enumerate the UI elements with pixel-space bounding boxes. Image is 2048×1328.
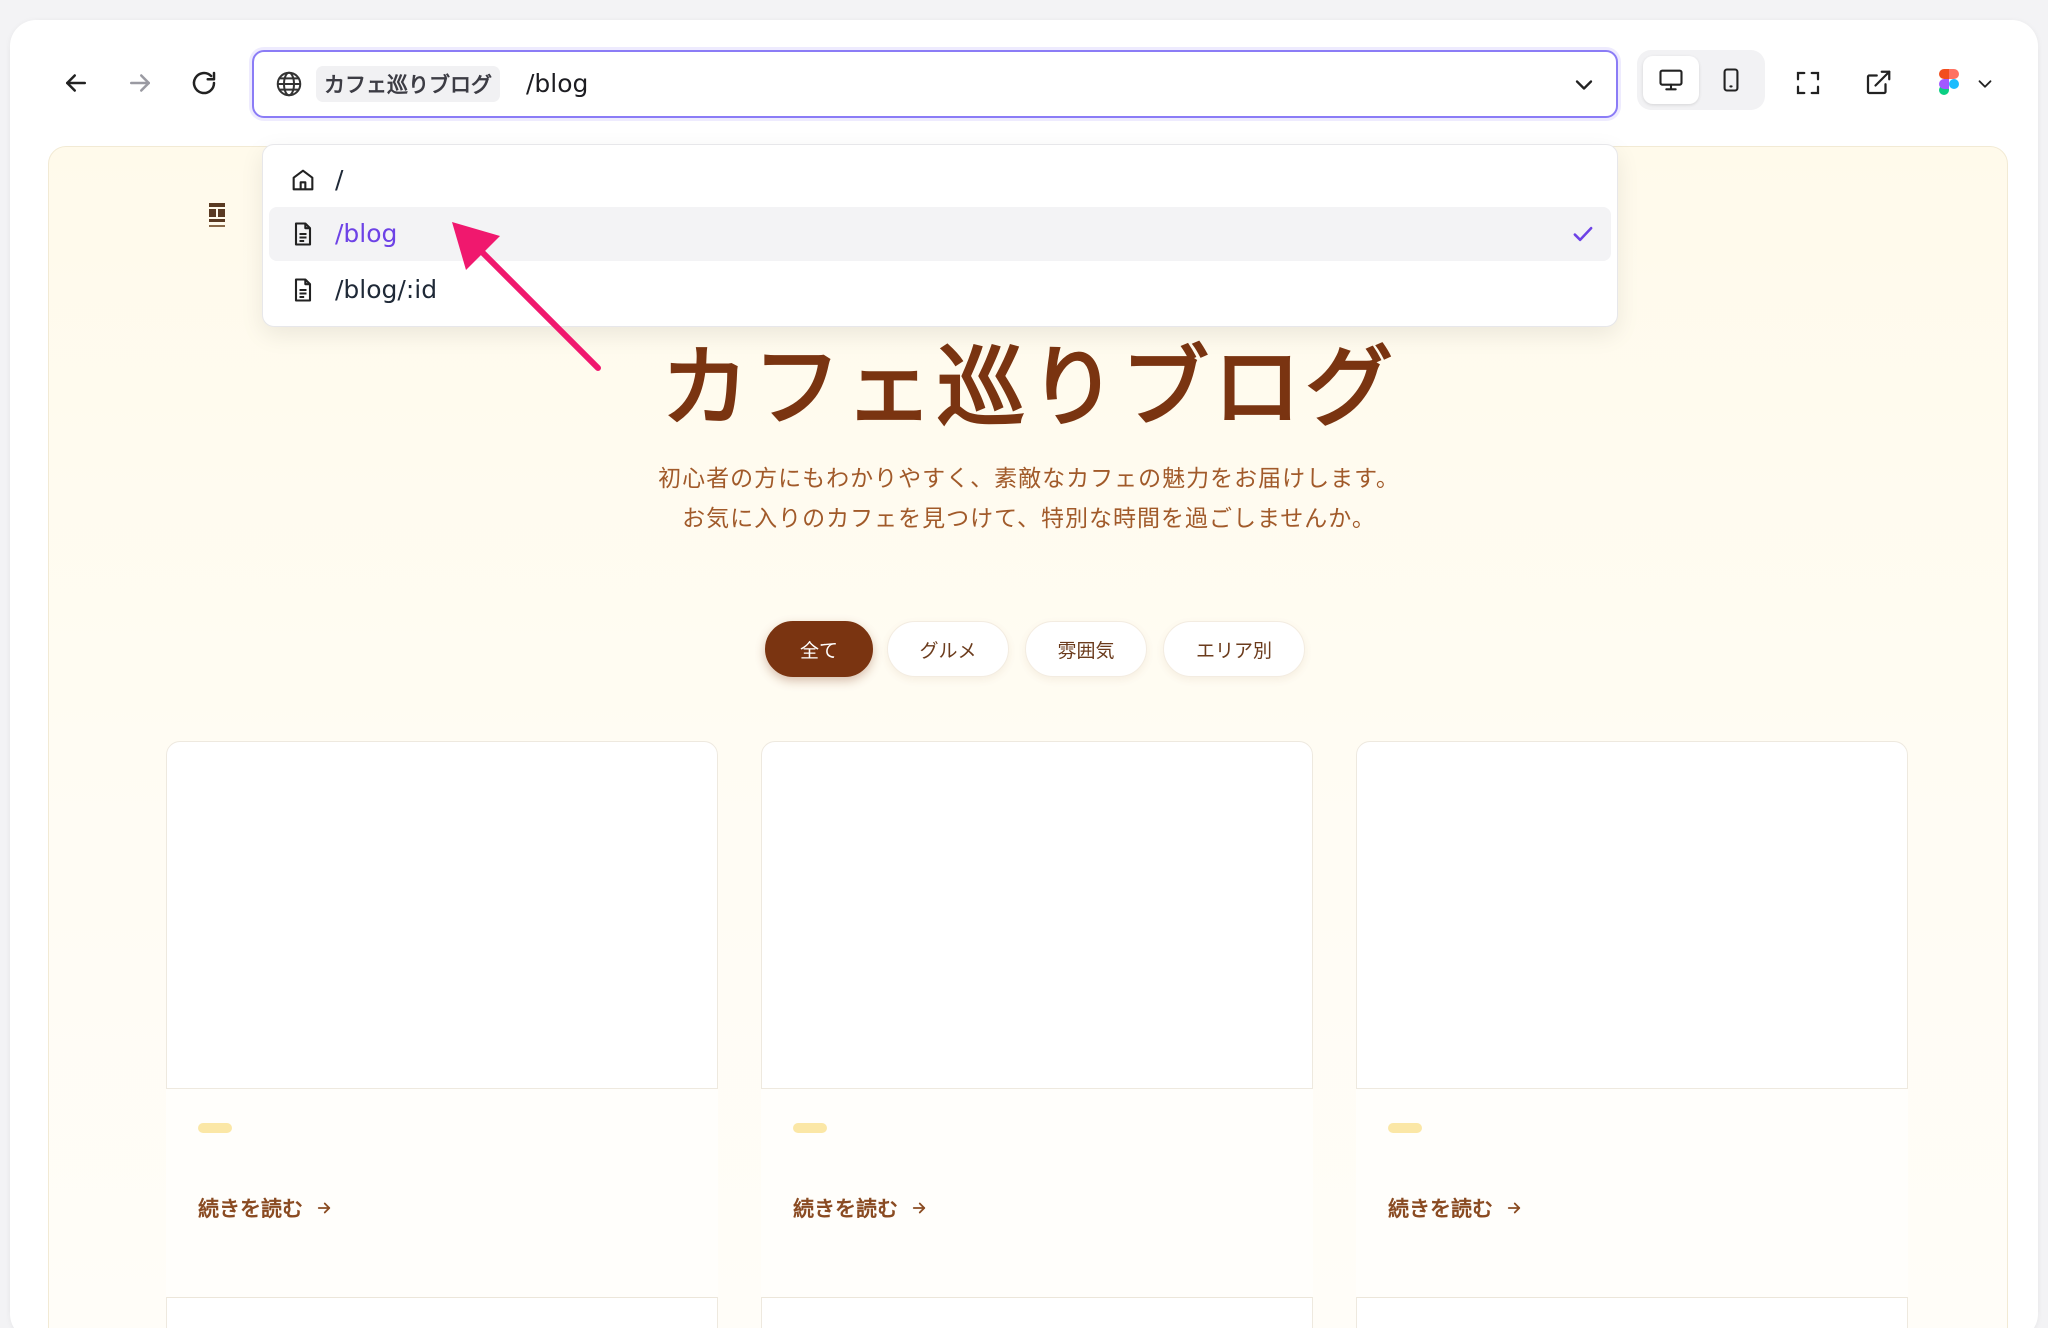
read-more-label: 続きを読む: [1388, 1197, 1493, 1221]
route-option-blog-id[interactable]: /blog/:id: [269, 263, 1611, 317]
site-logo-icon: [209, 203, 225, 227]
home-icon: [292, 169, 314, 191]
read-more-link[interactable]: 続きを読む: [1388, 1193, 1523, 1223]
filter-gourmet[interactable]: グルメ: [887, 621, 1009, 677]
card-tag: [198, 1123, 232, 1133]
arrow-right-icon: [912, 1202, 926, 1214]
check-icon: [1573, 226, 1593, 242]
chevron-down-icon: [1978, 80, 1992, 88]
globe-icon: [276, 71, 302, 97]
blog-card[interactable]: [1356, 1297, 1908, 1328]
route-option-label: /blog: [335, 219, 398, 248]
reload-icon: [192, 71, 216, 95]
blog-card[interactable]: [761, 1297, 1313, 1328]
filter-atmosphere[interactable]: 雰囲気: [1025, 621, 1147, 677]
read-more-link[interactable]: 続きを読む: [198, 1193, 333, 1223]
read-more-label: 続きを読む: [793, 1197, 898, 1221]
hero-subtitle-line-2: お気に入りのカフェを見つけて、特別な時間を過ごしませんか。: [682, 506, 1376, 532]
route-select[interactable]: カフェ巡りブログ /blog: [252, 50, 1618, 118]
preview-toolbar: カフェ巡りブログ /blog: [10, 20, 2038, 150]
forward-button[interactable]: [116, 59, 164, 107]
fullscreen-icon: [1796, 71, 1820, 95]
figma-logo-icon: [1939, 69, 1959, 95]
open-external-button[interactable]: [1854, 59, 1902, 107]
blog-card[interactable]: 続きを読む: [761, 741, 1313, 1301]
card-tag: [1388, 1123, 1422, 1133]
route-dropdown: / /blog /blog/:id: [262, 144, 1618, 327]
card-image: [761, 741, 1313, 1089]
file-icon: [294, 222, 312, 246]
hero-subtitle-line-1: 初心者の方にもわかりやすく、素敵なカフェの魅力をお届けします。: [658, 466, 1400, 492]
card-image: [166, 741, 718, 1089]
mobile-icon: [1723, 68, 1739, 92]
card-tag: [793, 1123, 827, 1133]
arrow-right-icon: [317, 1202, 331, 1214]
route-option-label: /blog/:id: [335, 275, 438, 304]
card-image: [1356, 741, 1908, 1089]
read-more-link[interactable]: 続きを読む: [793, 1193, 928, 1223]
chevron-down-icon[interactable]: [1570, 71, 1598, 99]
fullscreen-button[interactable]: [1784, 59, 1832, 107]
desktop-icon: [1659, 69, 1683, 91]
filter-all[interactable]: 全て: [765, 621, 873, 677]
figma-menu-button[interactable]: [1938, 66, 2008, 102]
device-toggle: [1637, 50, 1765, 110]
route-option-blog[interactable]: /blog: [269, 207, 1611, 261]
arrow-left-icon: [66, 74, 86, 92]
current-path: /blog: [526, 69, 589, 98]
blog-card[interactable]: [166, 1297, 718, 1328]
mobile-view-button[interactable]: [1703, 56, 1759, 104]
blog-card[interactable]: 続きを読む: [1356, 741, 1908, 1301]
route-option-home[interactable]: /: [269, 153, 1611, 207]
blog-card[interactable]: 続きを読む: [166, 741, 718, 1301]
filter-area[interactable]: エリア別: [1163, 621, 1305, 677]
arrow-right-icon: [1507, 1202, 1521, 1214]
desktop-view-button[interactable]: [1643, 56, 1699, 104]
reload-button[interactable]: [180, 59, 228, 107]
back-button[interactable]: [52, 59, 100, 107]
hero-title: カフェ巡りブログ: [660, 335, 1397, 439]
browser-window: カフェ巡りブログ /blog カフェ巡りブログ 初心者の方にもわかりやすく、素敵…: [10, 20, 2038, 1328]
site-name-chip: カフェ巡りブログ: [316, 66, 500, 102]
file-icon: [294, 278, 312, 302]
arrow-right-icon: [130, 74, 150, 92]
route-option-label: /: [335, 165, 344, 194]
external-link-icon: [1866, 70, 1891, 95]
read-more-label: 続きを読む: [198, 1197, 303, 1221]
